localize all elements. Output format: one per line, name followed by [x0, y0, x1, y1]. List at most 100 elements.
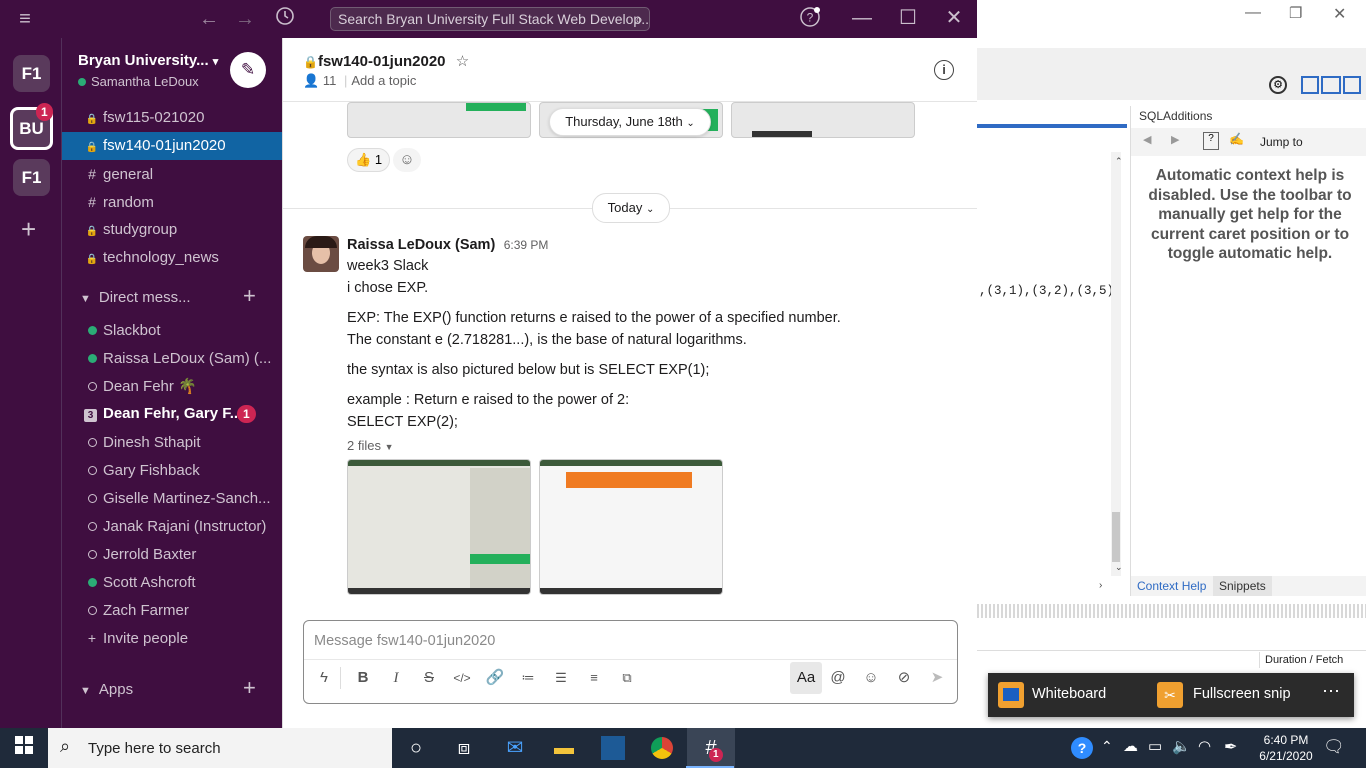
today-divider-pill[interactable]: Today ⌄ [592, 193, 670, 223]
sidebar-channel[interactable]: 🔒 fsw115-021020 [62, 104, 282, 132]
italic-icon[interactable]: I [383, 665, 409, 691]
emoji-icon[interactable]: ☺ [858, 665, 884, 691]
mention-icon[interactable]: @ [825, 665, 851, 691]
show-hidden-icon[interactable]: ⌃ [1101, 738, 1113, 755]
start-button[interactable] [0, 728, 48, 768]
file-explorer-icon[interactable]: ▬ [540, 728, 588, 768]
sidebar-dm[interactable]: Dean Fehr 🌴 [62, 372, 282, 400]
ordered-list-icon[interactable]: ≔ [515, 665, 541, 691]
add-topic-link[interactable]: Add a topic [351, 73, 416, 88]
clock[interactable]: 6:40 PM 6/21/2020 [1254, 732, 1318, 764]
message-timestamp[interactable]: 6:39 PM [504, 238, 549, 252]
add-workspace-icon[interactable]: + [21, 216, 36, 242]
wifi-icon[interactable]: ◠ [1198, 737, 1211, 755]
more-options-icon[interactable]: ⋯ [1322, 681, 1340, 702]
workspace-name[interactable]: Bryan University... ▾ [78, 52, 218, 69]
sidebar-dm[interactable]: Scott Ashcroft [62, 568, 282, 596]
blockquote-icon[interactable]: ≡ [581, 665, 607, 691]
task-view-icon[interactable]: ⧈ [440, 728, 488, 768]
strikethrough-icon[interactable]: S [416, 665, 442, 691]
avatar[interactable] [303, 236, 339, 272]
sidebar-dm[interactable]: Janak Rajani (Instructor) [62, 512, 282, 540]
mysql-workbench-icon[interactable] [589, 728, 637, 768]
mail-icon[interactable]: ✉ [491, 728, 539, 768]
message-author[interactable]: Raissa LeDoux (Sam) [347, 237, 495, 253]
search-input[interactable]: Search Bryan University Full Stack Web D… [330, 7, 650, 31]
add-dm-icon[interactable]: + [243, 284, 256, 308]
whiteboard-button[interactable]: Whiteboard [1032, 686, 1106, 702]
taskbar-search-input[interactable]: ⌕ Type here to search [48, 728, 392, 768]
fullscreen-snip-button[interactable]: Fullscreen snip [1193, 686, 1291, 702]
close-icon[interactable]: ✕ [1333, 4, 1346, 24]
forward-arrow-icon[interactable]: → [232, 6, 258, 32]
restore-icon[interactable]: ❐ [1289, 4, 1302, 22]
volume-icon[interactable]: 🔈 [1172, 737, 1191, 755]
maximize-icon[interactable]: ☐ [895, 5, 921, 31]
info-icon[interactable]: i [934, 60, 954, 80]
editor-scrollbar[interactable] [1111, 152, 1121, 576]
scroll-right-icon[interactable]: › [1099, 580, 1102, 591]
layout-left-icon[interactable] [1301, 76, 1319, 94]
formatting-toggle-button[interactable]: Aa [790, 662, 822, 694]
scroll-up-icon[interactable]: ⌃ [1115, 156, 1123, 167]
prev-image-1[interactable] [347, 102, 531, 138]
sidebar-dm[interactable]: 3 Dean Fehr, Gary F... 1 [62, 400, 282, 428]
star-icon[interactable]: ☆ [456, 53, 469, 70]
chrome-icon[interactable] [638, 728, 686, 768]
tab-snippets[interactable]: Snippets [1213, 576, 1272, 596]
tab-context-help[interactable]: Context Help [1137, 579, 1206, 593]
sql-editor-text[interactable]: ,(3,1),(3,2),(3,5), [979, 284, 1122, 298]
code-icon[interactable]: </> [449, 665, 475, 691]
shortcuts-icon[interactable]: ϟ [311, 665, 337, 691]
send-icon[interactable]: ➤ [924, 665, 950, 691]
back-icon[interactable]: ◀ [1143, 133, 1151, 146]
sidebar-channel[interactable]: 🔒 studygroup [62, 216, 282, 244]
code-block-icon[interactable]: ⧉ [614, 665, 640, 691]
sidebar-dm[interactable]: Giselle Martinez-Sanch... [62, 484, 282, 512]
forward-icon[interactable]: ▶ [1171, 133, 1179, 146]
manual-help-icon[interactable]: ? [1203, 132, 1219, 150]
layout-right-icon[interactable] [1343, 76, 1361, 94]
duration-column-header[interactable]: Duration / Fetch [1259, 652, 1359, 668]
sidebar-channel[interactable]: # general [62, 160, 282, 188]
add-app-icon[interactable]: + [243, 676, 256, 700]
scroll-down-icon[interactable]: ⌄ [1115, 562, 1123, 573]
cortana-icon[interactable]: ○ [392, 728, 440, 768]
message-input[interactable]: Message fsw140-01jun2020 [314, 633, 495, 649]
add-reaction-icon[interactable]: ☺ [393, 148, 421, 172]
reaction-thumbs-up[interactable]: 👍 1 [347, 148, 391, 172]
history-icon[interactable] [272, 6, 298, 32]
jump-to-dropdown[interactable]: Jump to [1260, 135, 1303, 149]
auto-help-icon[interactable]: ✍ [1229, 132, 1244, 146]
compose-icon[interactable]: ✎ [230, 52, 266, 88]
bold-icon[interactable]: B [350, 665, 376, 691]
invite-people-link[interactable]: + Invite people [62, 624, 282, 652]
close-icon[interactable]: ✕ [941, 5, 967, 31]
sidebar-dm[interactable]: Jerrold Baxter [62, 540, 282, 568]
date-divider-pill[interactable]: Thursday, June 18th ⌄ [549, 108, 711, 136]
sidebar-channel[interactable]: 🔒 technology_news [62, 244, 282, 272]
file-thumbnail-1[interactable] [347, 459, 531, 595]
notifications-icon[interactable]: 🗨 [1323, 737, 1345, 757]
back-arrow-icon[interactable]: ← [196, 6, 222, 32]
slack-taskbar-icon[interactable]: # [687, 728, 735, 768]
prev-image-3[interactable] [731, 102, 915, 138]
help-tray-icon[interactable]: ? [1071, 737, 1093, 759]
sidebar-dm[interactable]: Dinesh Sthapit [62, 428, 282, 456]
user-status[interactable]: Samantha LeDoux [78, 74, 199, 89]
member-count[interactable]: 11 [323, 73, 337, 88]
hamburger-menu-icon[interactable]: ≡ [12, 6, 38, 32]
sidebar-dm[interactable]: Slackbot [62, 316, 282, 344]
pen-icon[interactable]: ✒ [1224, 737, 1237, 757]
sidebar-dm[interactable]: Gary Fishback [62, 456, 282, 484]
battery-icon[interactable]: ▭ [1148, 737, 1162, 755]
workspace-f1-top[interactable]: F1 [13, 55, 50, 92]
minimize-icon[interactable]: — [849, 5, 875, 31]
sidebar-dm[interactable]: Raissa LeDoux (Sam) (... [62, 344, 282, 372]
channel-title[interactable]: 🔒fsw140-01jun2020 ☆ [303, 52, 469, 70]
minimize-icon[interactable]: — [1245, 4, 1261, 22]
bulleted-list-icon[interactable]: ☰ [548, 665, 574, 691]
link-icon[interactable]: 🔗 [482, 665, 508, 691]
onedrive-icon[interactable]: ☁ [1123, 737, 1138, 755]
sidebar-dm[interactable]: Zach Farmer [62, 596, 282, 624]
